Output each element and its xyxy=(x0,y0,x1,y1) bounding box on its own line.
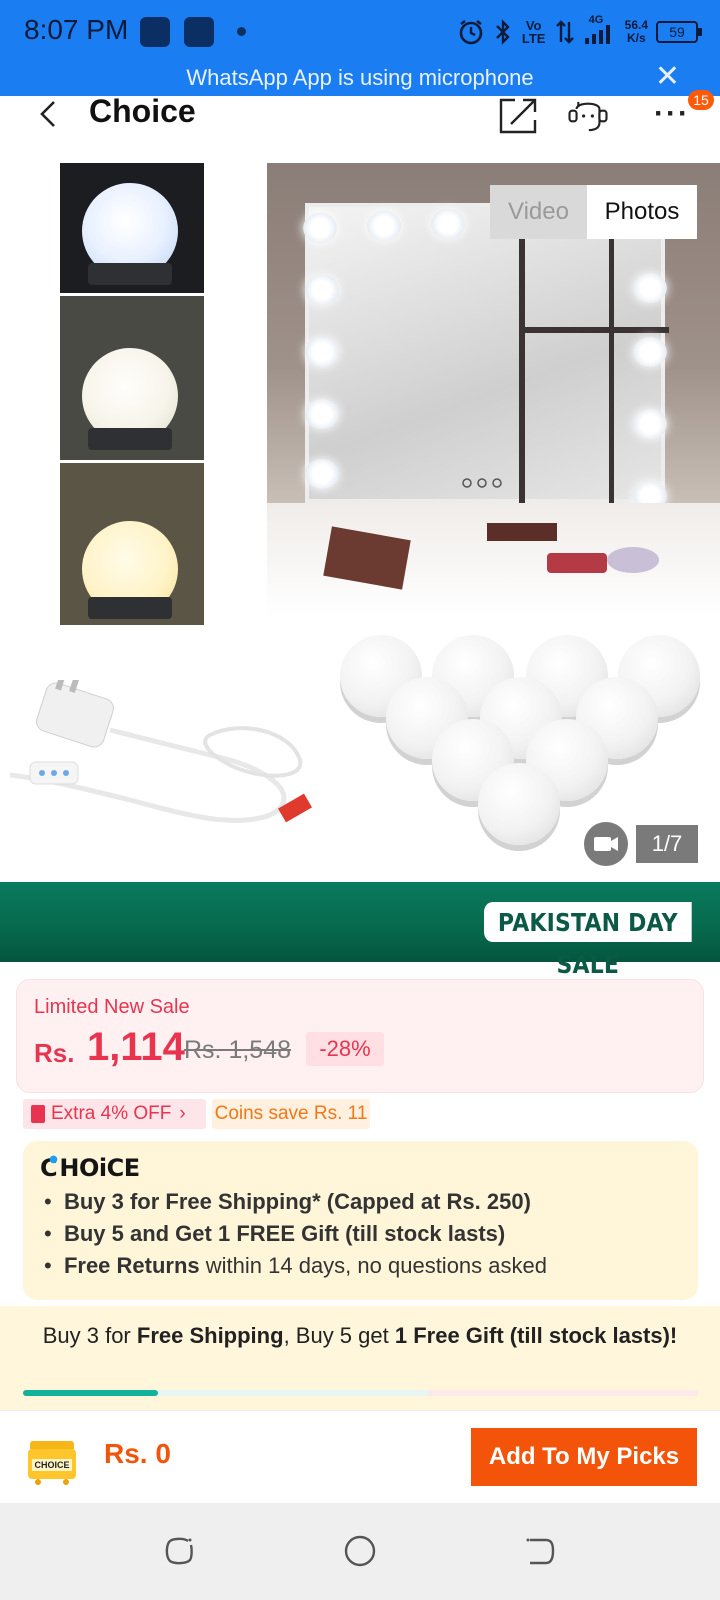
chevron-right-icon: › xyxy=(179,1103,186,1124)
benefit-free-shipping: • Buy 3 for Free Shipping* (Capped at Rs… xyxy=(44,1189,531,1214)
network-rate: 56.4 K/s xyxy=(624,18,648,45)
back-nav-icon[interactable] xyxy=(522,1533,558,1569)
media-type-toggle[interactable]: Video Photos xyxy=(490,185,697,239)
more-icon[interactable]: ··· xyxy=(654,97,690,131)
status-time: 8:07 PM xyxy=(24,14,129,45)
original-price: Rs. 1,548 xyxy=(184,1036,292,1064)
promo-text: Buy 3 for Free Shipping, Buy 5 get 1 Fre… xyxy=(42,1323,678,1348)
video-camera-icon xyxy=(594,837,618,851)
sale-type-label: Limited New Sale xyxy=(34,996,190,1018)
microphone-usage-banner[interactable]: WhatsApp App is using microphone xyxy=(0,64,720,96)
picks-total: Rs. 0 xyxy=(104,1438,171,1469)
bulb-warm-image xyxy=(60,463,204,625)
extra-off-coupon[interactable]: Extra 4% OFF › xyxy=(23,1099,206,1129)
bulb-cool-white-image xyxy=(60,163,204,293)
home-icon[interactable] xyxy=(342,1533,378,1569)
current-price: 1,114 xyxy=(87,1025,185,1069)
close-icon[interactable]: ✕ xyxy=(655,62,680,92)
status-icons: Vo LTE 4G 56.4 K/s 59 xyxy=(457,14,702,50)
share-icon[interactable] xyxy=(497,96,541,136)
add-to-my-picks-button[interactable]: Add To My Picks xyxy=(471,1428,697,1486)
choice-cart-icon[interactable]: CHOICE xyxy=(24,1431,80,1487)
more-notifications-dot xyxy=(237,27,246,36)
tab-photos[interactable]: Photos xyxy=(587,185,697,239)
bulb-neutral-image xyxy=(60,296,204,460)
coins-savings-tag: Coins save Rs. 11 xyxy=(212,1099,370,1129)
bluetooth-icon xyxy=(495,19,510,45)
benefit-free-returns: • Free Returns within 14 days, no questi… xyxy=(44,1253,547,1278)
coupon-icon xyxy=(31,1105,45,1123)
image-counter: 1/7 xyxy=(636,825,698,863)
data-arrows-icon xyxy=(555,20,574,44)
choice-logo: C●HOiCE xyxy=(40,1154,140,1182)
promo-progress-fill xyxy=(23,1390,158,1396)
benefit-free-gift: • Buy 5 and Get 1 FREE Gift (till stock … xyxy=(44,1221,506,1246)
discount-badge: -28% xyxy=(306,1032,384,1066)
battery-icon: 59 xyxy=(656,21,702,43)
video-play-button[interactable] xyxy=(584,822,628,866)
back-icon[interactable] xyxy=(36,100,64,128)
sale-label: PAKISTAN DAY SALE xyxy=(484,902,692,979)
notification-icon xyxy=(140,17,170,47)
notification-icon xyxy=(184,17,214,47)
carousel-dots xyxy=(462,478,502,488)
alarm-icon xyxy=(459,20,482,45)
recents-icon[interactable] xyxy=(162,1533,198,1569)
cart-icon-label: CHOICE xyxy=(34,1460,69,1470)
price-currency: Rs. xyxy=(34,1038,75,1068)
notification-badge: 15 xyxy=(688,90,714,110)
tab-video[interactable]: Video xyxy=(490,185,587,239)
extra-off-label: Extra 4% OFF xyxy=(51,1103,172,1124)
signal-icon: 4G xyxy=(583,14,617,46)
page-title: Choice xyxy=(89,93,196,129)
support-icon[interactable] xyxy=(566,96,610,136)
volte-label: Vo LTE xyxy=(521,18,546,46)
power-adapter-cable-image xyxy=(10,680,312,823)
